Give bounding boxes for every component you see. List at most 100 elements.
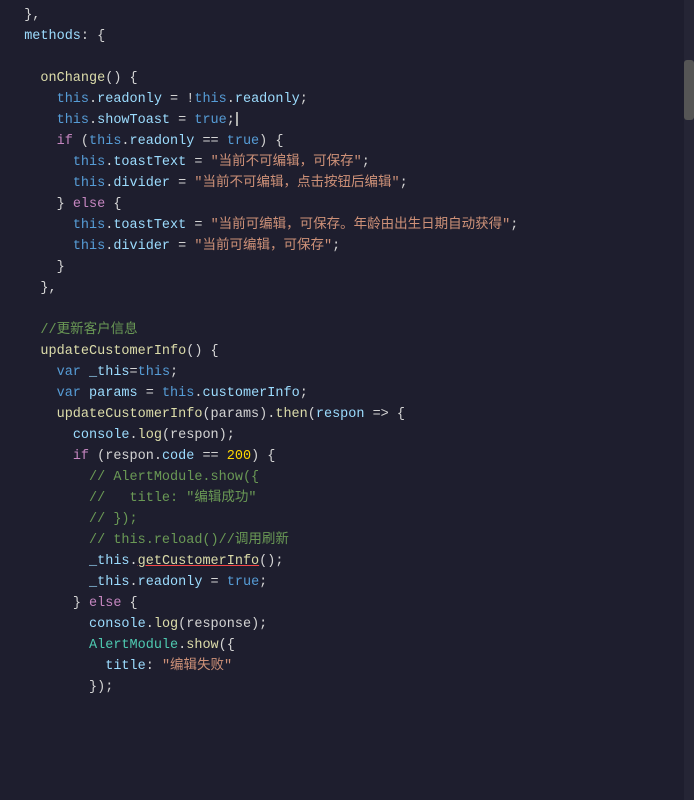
code-token: [8, 113, 57, 128]
code-token: () {: [105, 71, 137, 86]
code-token: if: [73, 449, 89, 464]
code-line: },: [0, 6, 694, 27]
code-token: =: [138, 386, 162, 401]
code-line: onChange() {: [0, 69, 694, 90]
code-line: var _this=this;: [0, 363, 694, 384]
code-token: (: [308, 407, 316, 422]
code-token: ;: [332, 239, 340, 254]
code-token: 200: [227, 449, 251, 464]
code-token: [8, 29, 24, 44]
code-line: title: "编辑失败": [0, 657, 694, 678]
code-token: showToast: [97, 113, 170, 128]
code-token: },: [40, 281, 56, 296]
code-token: :: [146, 659, 162, 674]
code-token: code: [162, 449, 194, 464]
code-line: if (respon.code == 200) {: [0, 447, 694, 468]
code-token: true: [227, 134, 259, 149]
code-token: customerInfo: [202, 386, 299, 401]
code-token: =: [186, 218, 210, 233]
code-token: .: [130, 554, 138, 569]
code-token: this: [73, 155, 105, 170]
code-token: [8, 554, 89, 569]
code-token: then: [275, 407, 307, 422]
code-token: =: [170, 239, 194, 254]
code-token: [8, 92, 57, 107]
code-token: _this: [81, 365, 130, 380]
code-token: [8, 71, 40, 86]
code-token: [8, 260, 57, 275]
code-token: {: [105, 197, 121, 212]
code-line: // title: "编辑成功": [0, 489, 694, 510]
code-token: ();: [259, 554, 283, 569]
code-token: ;: [300, 386, 308, 401]
code-token: =: [170, 176, 194, 191]
code-token: getCustomerInfo: [138, 554, 260, 569]
code-token: ) {: [251, 449, 275, 464]
code-token: updateCustomerInfo: [40, 344, 186, 359]
code-line: var params = this.customerInfo;: [0, 384, 694, 405]
code-token: () {: [186, 344, 218, 359]
code-token: });: [89, 680, 113, 695]
code-line: this.divider = "当前不可编辑，点击按钮后编辑";: [0, 174, 694, 195]
code-token: [8, 323, 40, 338]
code-token: readonly: [235, 92, 300, 107]
code-token: this: [138, 365, 170, 380]
code-line: } else {: [0, 195, 694, 216]
code-line: // });: [0, 510, 694, 531]
code-token: [8, 428, 73, 443]
code-line: this.divider = "当前可编辑，可保存";: [0, 237, 694, 258]
code-token: // title: "编辑成功": [89, 491, 256, 506]
code-token: toastText: [113, 218, 186, 233]
code-token: this: [57, 113, 89, 128]
code-token: "当前可编辑，可保存": [194, 239, 332, 254]
code-token: else: [73, 197, 105, 212]
code-token: [8, 470, 89, 485]
code-token: methods: [24, 29, 81, 44]
code-token: //更新客户信息: [40, 323, 137, 338]
code-token: ;: [170, 365, 178, 380]
code-token: [8, 575, 89, 590]
code-line: }: [0, 258, 694, 279]
code-token: =: [162, 92, 186, 107]
code-token: "当前不可编辑，可保存": [211, 155, 362, 170]
code-token: "当前可编辑，可保存。年龄由出生日期自动获得": [211, 218, 511, 233]
code-token: ;: [259, 575, 267, 590]
code-line: this.readonly = !this.readonly;: [0, 90, 694, 111]
code-token: divider: [113, 239, 170, 254]
code-token: _this: [89, 575, 130, 590]
code-token: [8, 197, 57, 212]
code-token: // AlertModule.show({: [89, 470, 259, 485]
code-token: this: [57, 92, 89, 107]
code-line: _this.getCustomerInfo();: [0, 552, 694, 573]
code-token: [8, 449, 73, 464]
scrollbar-thumb[interactable]: [684, 60, 694, 120]
code-token: show: [186, 638, 218, 653]
code-token: [8, 638, 89, 653]
code-token: [8, 596, 73, 611]
code-token: respon: [316, 407, 365, 422]
code-token: ==: [194, 449, 226, 464]
code-token: updateCustomerInfo: [57, 407, 203, 422]
code-editor: }, methods: { onChange() { this.readonly…: [0, 0, 694, 800]
code-token: =: [130, 365, 138, 380]
code-token: // this.reload()//调用刷新: [89, 533, 289, 548]
code-token: [8, 512, 89, 527]
code-token: ;: [227, 113, 235, 128]
code-token: (: [73, 134, 89, 149]
code-line: updateCustomerInfo() {: [0, 342, 694, 363]
code-token: => {: [364, 407, 405, 422]
code-token: }: [57, 197, 73, 212]
code-token: readonly: [97, 92, 162, 107]
code-token: [8, 365, 57, 380]
code-token: [8, 680, 89, 695]
code-token: else: [89, 596, 121, 611]
code-token: (respon.: [89, 449, 162, 464]
code-token: console: [73, 428, 130, 443]
code-line: _this.readonly = true;: [0, 573, 694, 594]
scrollbar[interactable]: [684, 0, 694, 800]
code-token: (respon);: [162, 428, 235, 443]
code-token: =: [170, 113, 194, 128]
text-cursor: [236, 112, 238, 126]
code-token: if: [57, 134, 73, 149]
code-line: if (this.readonly == true) {: [0, 132, 694, 153]
